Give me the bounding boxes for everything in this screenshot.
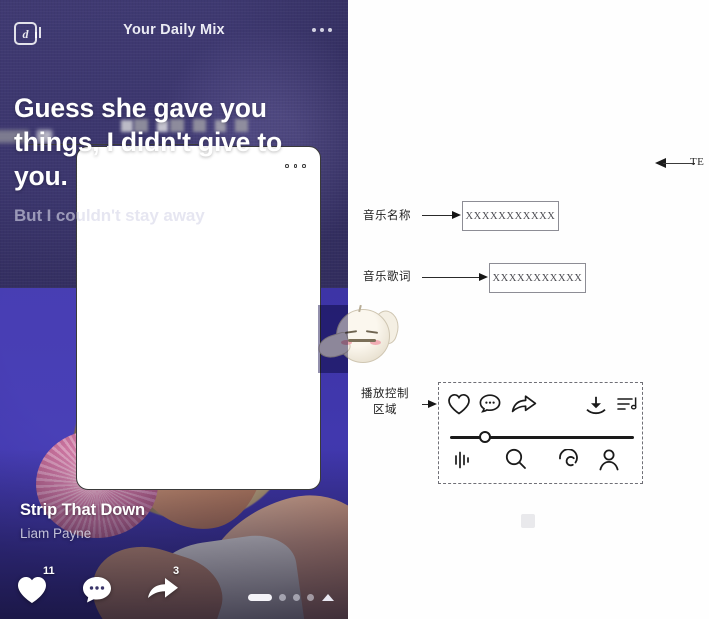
heart-outline-icon[interactable]: [447, 393, 471, 420]
comment-dots-icon[interactable]: [478, 393, 502, 420]
lyrics-block: Guess she gave you things, I didn't give…: [14, 92, 336, 226]
person-icon[interactable]: [597, 448, 621, 476]
equalizer-icon[interactable]: [452, 449, 474, 476]
now-playing-info: Strip That Down Liam Payne: [20, 501, 145, 541]
like-count: 11: [43, 565, 55, 577]
phone-action-bar: 11 3: [16, 565, 179, 607]
annotation-playback-control: 播放控制 区域: [351, 387, 419, 418]
annotation-playback-line2: 区域: [373, 403, 397, 416]
leader-line-music-lyrics: [422, 277, 482, 279]
lyric-current-line: Guess she gave you things, I didn't give…: [14, 93, 282, 191]
callout-label-te: TE: [690, 156, 705, 168]
share-arrow-icon[interactable]: [511, 394, 537, 419]
annotation-playback-line1: 播放控制: [361, 388, 409, 400]
chevron-up-icon[interactable]: [322, 594, 334, 601]
playlist-note-icon[interactable]: [616, 394, 640, 420]
screenshot-root: d Your Daily Mix Guess she gave you thin…: [0, 0, 709, 619]
download-icon[interactable]: [584, 395, 608, 420]
field-music-lyrics[interactable]: XXXXXXXXXXX: [489, 263, 586, 293]
page-indicator-active: [248, 594, 272, 601]
annotation-music-lyrics: 音乐歌词: [363, 271, 411, 283]
arrow-right-icon: [479, 273, 488, 281]
mascot-overlap-shade: [318, 305, 348, 373]
page-dot: [293, 594, 300, 601]
page-indicator[interactable]: [248, 594, 334, 601]
comment-button[interactable]: [81, 575, 113, 607]
blurred-square-bottom: [521, 514, 535, 528]
slider-knob[interactable]: [479, 431, 491, 443]
lyric-next-line: But I couldn't stay away: [14, 205, 205, 225]
phone-header: d Your Daily Mix: [0, 0, 348, 62]
field-music-name[interactable]: XXXXXXXXXXX: [462, 201, 559, 231]
annotation-music-name: 音乐名称: [363, 210, 411, 222]
share-count: 3: [173, 565, 180, 577]
share-button[interactable]: 3: [146, 565, 179, 607]
search-icon[interactable]: [504, 447, 528, 476]
leader-line-music-name: [422, 215, 455, 217]
page-dot: [279, 594, 286, 601]
more-horizontal-icon[interactable]: [312, 28, 332, 32]
track-artist: Liam Payne: [20, 526, 92, 541]
arrow-right-icon: [452, 211, 461, 219]
track-title: Strip That Down: [20, 501, 145, 519]
page-dot: [307, 594, 314, 601]
arrow-right-icon: [428, 400, 437, 408]
progress-track[interactable]: [450, 436, 634, 439]
page-title: Your Daily Mix: [123, 22, 225, 38]
headphones-icon[interactable]: [556, 448, 580, 476]
like-button[interactable]: 11: [16, 565, 55, 607]
